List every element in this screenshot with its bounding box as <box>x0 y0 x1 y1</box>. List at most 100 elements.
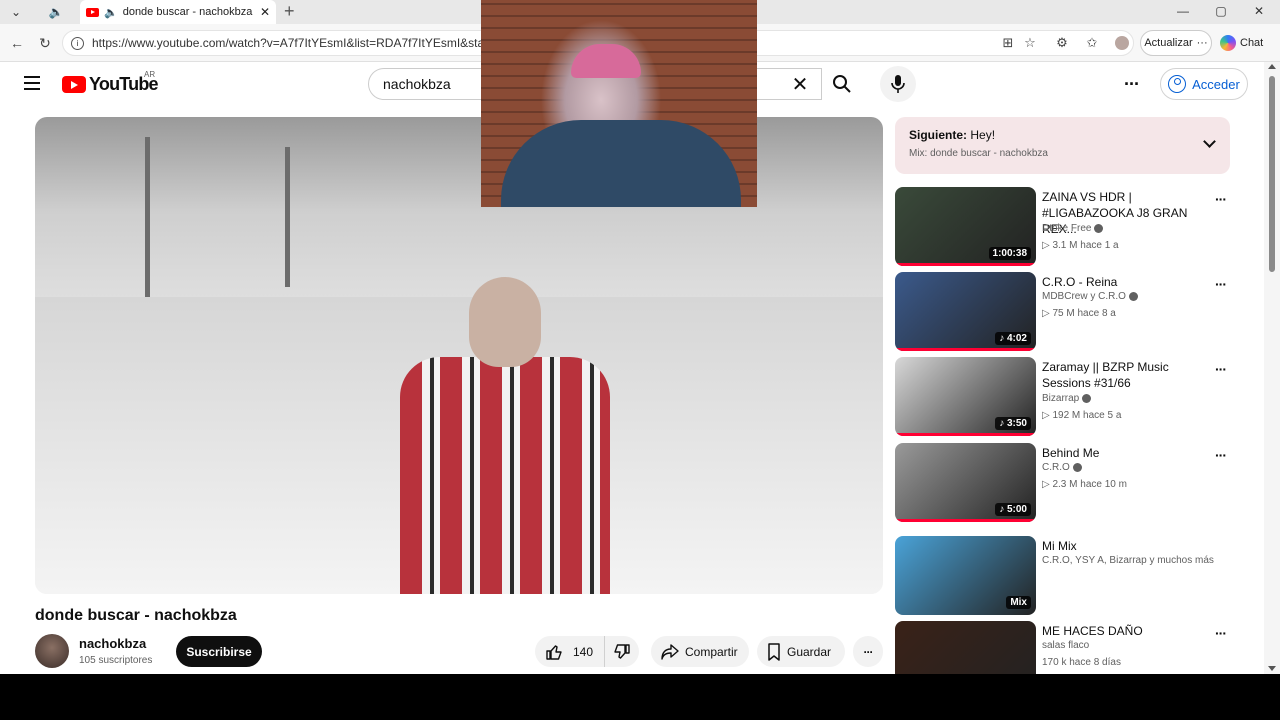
dislike-button[interactable] <box>605 643 639 661</box>
subscriber-count: 105 suscriptores <box>79 655 153 666</box>
video-title: donde buscar - nachokbza <box>35 607 237 624</box>
related-channel[interactable]: C.R.O, YSY A, Bizarrap y muchos más <box>1042 555 1214 566</box>
back-arrow-icon[interactable]: ← <box>8 34 26 52</box>
watch-progress-bar <box>895 519 1036 522</box>
video-thumbnail[interactable]: ♪ 4:02 <box>895 272 1036 351</box>
scroll-down-arrow-icon[interactable] <box>1268 666 1276 671</box>
related-title[interactable]: Zaramay || BZRP Music Sessions #31/66 <box>1042 359 1214 391</box>
youtube-favicon-icon <box>86 7 99 17</box>
search-icon <box>833 75 851 93</box>
update-label: Actualizar <box>1144 37 1193 49</box>
related-video-item[interactable]: ME HACES DAÑO salas flaco 170 k hace 8 día… <box>895 621 1235 674</box>
related-video-item[interactable]: Mix Mi Mix C.R.O, YSY A, Bizarrap y muchos… <box>895 536 1235 616</box>
site-info-icon[interactable]: i <box>71 36 84 50</box>
up-next-panel[interactable]: Siguiente: Hey! Mix: donde buscar - nach… <box>895 117 1230 174</box>
share-button[interactable]: Compartir <box>651 636 749 667</box>
like-button[interactable]: 140 <box>535 636 605 667</box>
related-meta: ▷ 75 M hace 8 a <box>1042 308 1116 319</box>
tab-actions-chevron-icon[interactable]: ⌄ <box>2 2 30 22</box>
voice-search-button[interactable] <box>880 66 916 102</box>
channel-name[interactable]: nachokbza <box>79 636 146 651</box>
video-thumbnail[interactable]: Mix <box>895 536 1036 615</box>
video-frame-head <box>469 277 541 367</box>
share-arrow-icon <box>661 643 679 660</box>
minimize-button[interactable]: — <box>1164 0 1202 22</box>
video-options-icon[interactable]: ··· <box>1215 276 1227 292</box>
related-channel[interactable]: C.R.O <box>1042 462 1082 473</box>
more-dots-icon: ··· <box>1196 37 1208 49</box>
more-actions-icon[interactable]: ··· <box>853 636 883 667</box>
related-channel[interactable]: salas flaco <box>1042 640 1089 651</box>
related-channel-name: MDBCrew y C.R.O <box>1042 291 1126 302</box>
related-title[interactable]: ME HACES DAÑO <box>1042 623 1214 639</box>
related-title[interactable]: Mi Mix <box>1042 538 1214 554</box>
duration-badge: ♪ 5:00 <box>995 503 1031 516</box>
watch-progress-bar <box>895 348 1036 351</box>
audio-tab-speaker-icon[interactable]: 🔈 <box>42 2 70 22</box>
signin-label: Acceder <box>1192 76 1240 92</box>
related-title[interactable]: Behind Me <box>1042 445 1214 461</box>
like-count: 140 <box>573 644 594 659</box>
related-title[interactable]: C.R.O - Reina <box>1042 274 1214 290</box>
chat-label: Chat <box>1240 37 1264 49</box>
related-meta: ▷ 192 M hace 5 a <box>1042 410 1122 421</box>
video-thumbnail[interactable]: 1:00:38 <box>895 187 1036 266</box>
favorites-icon[interactable]: ✩ <box>1084 35 1100 51</box>
related-channel-name: Bizarrap <box>1042 393 1080 404</box>
subscribe-button[interactable]: Suscribirse <box>176 636 262 667</box>
maximize-button[interactable]: ▢ <box>1202 0 1240 22</box>
video-thumbnail[interactable] <box>895 621 1036 674</box>
clear-search-icon[interactable]: ✕ <box>786 70 814 98</box>
up-next-line: Siguiente: Hey! <box>909 128 1216 142</box>
duration-badge: ♪ 4:02 <box>995 332 1031 345</box>
video-options-icon[interactable]: ··· <box>1215 361 1227 377</box>
search-button[interactable] <box>822 68 862 100</box>
video-options-icon[interactable]: ··· <box>1215 625 1227 641</box>
duration-badge: ♪ 3:50 <box>995 417 1031 430</box>
account-icon <box>1168 75 1187 93</box>
save-label: Guardar <box>787 644 832 659</box>
verified-badge-icon <box>1072 463 1082 472</box>
profile-avatar[interactable] <box>1114 35 1130 51</box>
scroll-up-arrow-icon[interactable] <box>1268 64 1276 69</box>
apps-icon[interactable]: ⊞ <box>1000 35 1016 51</box>
video-options-icon[interactable]: ··· <box>1215 447 1227 463</box>
speaker-icon: 🔈 <box>104 6 118 19</box>
related-video-item[interactable]: ♪ 5:00 Behind Me C.R.O ▷ 2.3 M hace 10 m ··… <box>895 443 1235 523</box>
up-next-label: Siguiente: <box>909 128 968 142</box>
related-video-item[interactable]: ♪ 4:02 C.R.O - Reina MDBCrew y C.R.O ▷ 75 … <box>895 272 1235 352</box>
youtube-logo[interactable]: YouTube AR <box>62 70 159 95</box>
menu-hamburger-icon[interactable] <box>24 76 40 90</box>
close-tab-icon[interactable]: ✕ <box>260 5 270 19</box>
settings-more-icon[interactable]: ··· <box>1124 74 1140 95</box>
related-channel[interactable]: MDBCrew y C.R.O <box>1042 291 1138 302</box>
close-window-button[interactable]: ✕ <box>1240 0 1278 22</box>
extensions-icon[interactable]: ⚙ <box>1054 35 1070 51</box>
related-video-item[interactable]: ♪ 3:50 Zaramay || BZRP Music Sessions #31… <box>895 357 1235 437</box>
duration-badge: Mix <box>1006 596 1031 609</box>
page-scrollbar[interactable] <box>1264 62 1280 674</box>
like-dislike-pill: 140 <box>535 636 639 667</box>
copilot-chat-button[interactable]: Chat <box>1220 30 1276 56</box>
watch-progress-bar <box>895 263 1036 266</box>
url-text: https://www.youtube.com/watch?v=A7f7ItYE… <box>92 36 499 50</box>
channel-avatar[interactable] <box>35 634 69 668</box>
video-thumbnail[interactable]: ♪ 3:50 <box>895 357 1036 436</box>
favorite-star-icon[interactable]: ☆ <box>1022 35 1038 51</box>
new-tab-button[interactable]: + <box>284 0 295 22</box>
refresh-icon[interactable]: ↻ <box>36 34 54 52</box>
related-channel[interactable]: Bizarrap <box>1042 393 1092 404</box>
related-channel-name: C.R.O <box>1042 462 1070 473</box>
verified-badge-icon <box>1094 224 1104 233</box>
video-thumbnail[interactable]: ♪ 5:00 <box>895 443 1036 522</box>
video-options-icon[interactable]: ··· <box>1215 191 1227 207</box>
active-tab[interactable]: 🔈 donde buscar - nachokbza - Y ✕ <box>80 0 276 24</box>
related-channel-name: C.R.O, YSY A, Bizarrap y muchos más <box>1042 555 1214 566</box>
signin-button[interactable]: Acceder <box>1160 68 1248 100</box>
related-channel[interactable]: Dtoke Free <box>1042 223 1104 234</box>
related-video-item[interactable]: 1:00:38 ZAINA VS HDR | #LIGABAZOOKA J8 GR… <box>895 187 1235 267</box>
copilot-icon <box>1220 35 1236 51</box>
save-button[interactable]: Guardar <box>757 636 845 667</box>
scrollbar-thumb[interactable] <box>1269 76 1275 272</box>
update-button[interactable]: Actualizar ··· <box>1140 30 1212 56</box>
